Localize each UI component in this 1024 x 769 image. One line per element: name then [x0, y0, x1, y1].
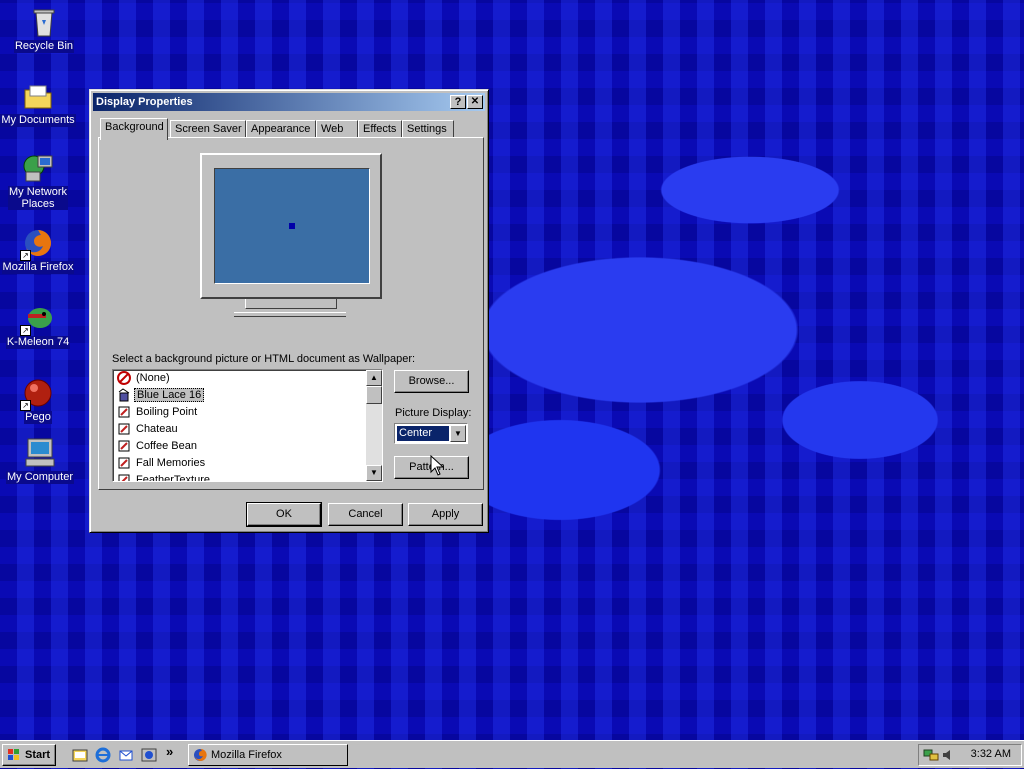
list-scrollbar[interactable]: ▲ ▼ — [366, 370, 382, 481]
list-item[interactable]: Chateau — [113, 421, 382, 438]
shortcut-arrow-icon: ↗ — [20, 400, 31, 411]
scroll-down-button[interactable]: ▼ — [366, 465, 382, 481]
title-bar[interactable]: Display Properties ? ✕ — [93, 93, 485, 111]
start-label: Start — [25, 749, 51, 761]
wallpaper-label: Select a background picture or HTML docu… — [112, 353, 416, 365]
paint-brush-icon — [117, 473, 131, 481]
desktop-icon-label: My Network Places — [7, 186, 69, 210]
dropdown-arrow-icon[interactable]: ▼ — [450, 425, 466, 442]
network-tray-icon[interactable] — [923, 748, 939, 762]
list-item[interactable]: FeatherTexture — [113, 472, 382, 481]
desktop-icon-my-computer[interactable]: My Computer — [2, 437, 78, 484]
tab-appearance[interactable]: Appearance — [246, 120, 316, 138]
quicklaunch-more-icon[interactable]: » — [166, 744, 182, 760]
picture-display-value: Center — [397, 426, 449, 441]
start-button[interactable]: Start — [2, 744, 56, 766]
close-button[interactable]: ✕ — [467, 95, 483, 109]
monitor-base — [234, 312, 346, 317]
paint-brush-icon — [117, 422, 131, 436]
preview-monitor — [200, 153, 382, 299]
list-item[interactable]: Fall Memories — [113, 455, 382, 472]
tab-effects[interactable]: Effects — [358, 120, 402, 138]
desktop-icon-pego[interactable]: ↗ Pego — [0, 377, 76, 424]
clock[interactable]: 3:32 AM — [971, 748, 1011, 760]
display-properties-window[interactable]: Display Properties ? ✕ Background Screen… — [89, 89, 489, 533]
folder-icon — [22, 80, 54, 112]
wallpaper-list[interactable]: (None) Blue Lace 16 Boiling Point Chatea… — [112, 369, 383, 482]
recycle-bin-icon — [28, 6, 60, 38]
tab-web[interactable]: Web — [316, 120, 358, 138]
paint-brush-icon — [117, 439, 131, 453]
desktop-icon-recycle-bin[interactable]: Recycle Bin — [6, 6, 82, 53]
tab-background[interactable]: Background — [100, 118, 168, 140]
paint-brush-icon — [117, 405, 131, 419]
list-item[interactable]: (None) — [113, 370, 382, 387]
desktop-icon-label: My Computer — [5, 471, 75, 484]
internet-explorer-icon[interactable] — [95, 747, 111, 763]
scroll-up-button[interactable]: ▲ — [366, 370, 382, 386]
desktop-icon-label: My Documents — [0, 114, 76, 127]
taskbar-button-label: Mozilla Firefox — [211, 749, 282, 761]
scroll-thumb[interactable] — [366, 386, 382, 404]
firefox-icon: ↗ — [20, 227, 54, 261]
list-item-selected[interactable]: Blue Lace 16 — [113, 387, 382, 404]
desktop-icon-my-documents[interactable]: My Documents — [0, 80, 76, 127]
show-desktop-icon[interactable] — [72, 747, 88, 763]
list-item[interactable]: Coffee Bean — [113, 438, 382, 455]
help-button[interactable]: ? — [450, 95, 466, 109]
desktop-icon-my-network-places[interactable]: My Network Places — [0, 152, 76, 210]
windows-logo-icon — [7, 748, 21, 762]
network-places-icon — [22, 152, 54, 184]
ok-button[interactable]: OK — [246, 502, 322, 527]
paint-brush-icon — [117, 456, 131, 470]
wallpaper-preview-tile — [289, 223, 295, 229]
tab-settings[interactable]: Settings — [402, 120, 454, 138]
apply-button[interactable]: Apply — [408, 503, 483, 526]
pego-icon: ↗ — [20, 377, 54, 411]
my-computer-icon — [24, 437, 56, 469]
picture-display-select[interactable]: Center ▼ — [394, 423, 468, 444]
desktop-icon-mozilla-firefox[interactable]: ↗ Mozilla Firefox — [0, 227, 76, 274]
list-item[interactable]: Boiling Point — [113, 404, 382, 421]
none-icon — [117, 371, 131, 385]
tab-screen-saver[interactable]: Screen Saver — [170, 120, 246, 138]
preview-screen — [214, 168, 370, 284]
cancel-button[interactable]: Cancel — [328, 503, 403, 526]
desktop-icon-label: Recycle Bin — [13, 40, 75, 53]
taskbar: Start » Mozilla Firefox 3:32 AM — [0, 740, 1024, 768]
picture-display-label: Picture Display: — [395, 407, 472, 419]
system-tray: 3:32 AM — [918, 744, 1022, 766]
taskbar-button-firefox[interactable]: Mozilla Firefox — [188, 744, 348, 766]
desktop-icon-k-meleon[interactable]: ↗ K-Meleon 74 — [0, 302, 76, 349]
outlook-express-icon[interactable] — [118, 747, 134, 763]
browse-button[interactable]: Browse... — [394, 370, 469, 393]
media-player-icon[interactable] — [141, 747, 157, 763]
paint-bucket-icon — [117, 388, 131, 402]
desktop-icon-label: Mozilla Firefox — [1, 261, 75, 274]
shortcut-arrow-icon: ↗ — [20, 250, 31, 261]
window-title: Display Properties — [96, 96, 193, 108]
desktop-icon-label: K-Meleon 74 — [5, 336, 71, 349]
shortcut-arrow-icon: ↗ — [20, 325, 31, 336]
monitor-stand — [245, 299, 337, 309]
firefox-icon — [193, 748, 207, 762]
desktop-icon-label: Pego — [24, 411, 52, 424]
volume-tray-icon[interactable] — [941, 748, 955, 762]
k-meleon-icon: ↗ — [20, 302, 54, 336]
